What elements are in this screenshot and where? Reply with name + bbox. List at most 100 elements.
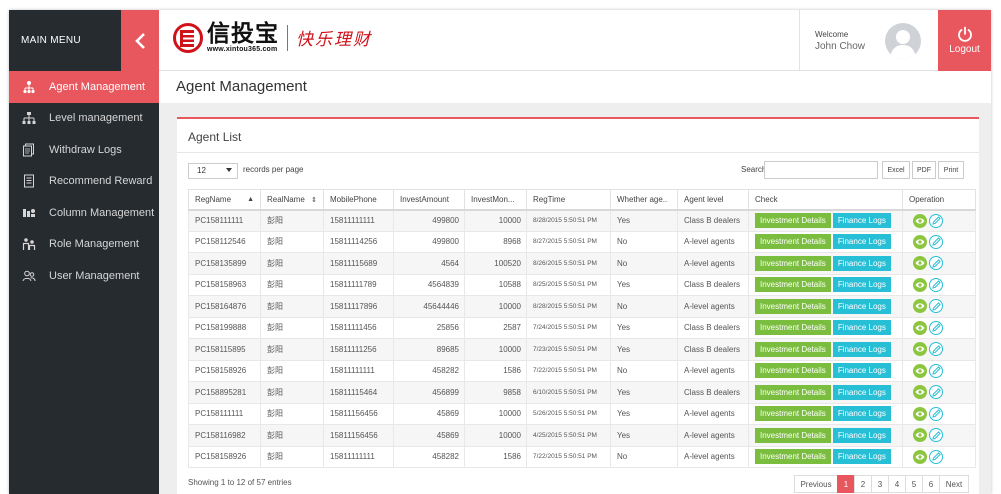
eye-icon [915, 282, 925, 288]
eye-icon [915, 432, 925, 438]
view-button[interactable] [913, 234, 927, 249]
sidebar-item-label: User Management [49, 269, 140, 282]
cell-whether-agent: No [610, 230, 678, 253]
avatar[interactable] [885, 23, 921, 59]
investment-details-button[interactable]: Investment Details [755, 255, 831, 271]
finance-logs-button[interactable]: Finance Logs [832, 320, 891, 336]
records-per-page-select[interactable]: 12 [188, 163, 238, 179]
cell-realname: 彭阳 [260, 230, 324, 253]
view-button[interactable] [913, 256, 927, 271]
pencil-icon [931, 259, 941, 268]
main-menu-header: MAIN MENU [9, 10, 159, 71]
investment-details-button[interactable]: Investment Details [755, 320, 831, 336]
pagination-next[interactable]: Next [939, 475, 969, 493]
edit-button[interactable] [929, 406, 943, 421]
view-button[interactable] [913, 449, 927, 464]
sidebar-item-level-management[interactable]: Level management [9, 103, 159, 135]
sidebar-item-recommend-reward[interactable]: Recommend Reward [9, 166, 159, 198]
finance-logs-button[interactable]: Finance Logs [832, 384, 891, 400]
col-whether-agent[interactable]: Whether age.. [610, 189, 678, 211]
col-regtime[interactable]: RegTime [526, 189, 611, 211]
cell-investmoney: 10000 [464, 338, 527, 361]
finance-logs-button[interactable]: Finance Logs [832, 363, 891, 379]
edit-button[interactable] [929, 299, 943, 314]
investment-details-button[interactable]: Investment Details [755, 427, 831, 443]
finance-logs-button[interactable]: Finance Logs [832, 255, 891, 271]
view-button[interactable] [913, 213, 927, 228]
eye-icon [915, 411, 925, 417]
col-investmoney[interactable]: InvestMon... [464, 189, 527, 211]
pagination: Previous 1 2 3 4 5 6 Next [794, 475, 969, 493]
col-mobilephone[interactable]: MobilePhone [323, 189, 394, 211]
export-excel-button[interactable]: Excel [882, 161, 910, 179]
edit-button[interactable] [929, 449, 943, 464]
view-button[interactable] [913, 428, 927, 443]
caret-down-icon [226, 168, 232, 172]
table-row: PC158164876 彭阳 15811117896 45644446 10000 8/2… [188, 295, 976, 318]
col-regname[interactable]: RegName ▲ [188, 189, 261, 211]
main-menu-title: MAIN MENU [21, 35, 81, 46]
finance-logs-button[interactable]: Finance Logs [832, 427, 891, 443]
edit-button[interactable] [929, 342, 943, 357]
pagination-page-3[interactable]: 3 [871, 475, 889, 493]
investment-details-button[interactable]: Investment Details [755, 384, 831, 400]
edit-button[interactable] [929, 320, 943, 335]
logout-button[interactable]: Logout [938, 10, 991, 71]
cell-regtime: 7/23/2015 5:50:51 PM [526, 338, 611, 361]
investment-details-button[interactable]: Investment Details [755, 234, 831, 250]
page-title: Agent Management [176, 78, 307, 95]
cell-check: Investment Details Finance Logs [748, 252, 903, 275]
pagination-page-2[interactable]: 2 [854, 475, 872, 493]
edit-button[interactable] [929, 385, 943, 400]
sidebar-item-withdraw-logs[interactable]: Withdraw Logs [9, 134, 159, 166]
investment-details-button[interactable]: Investment Details [755, 213, 831, 228]
brand-logo[interactable]: 信投宝 www.xintou365.com 快乐理财 [173, 22, 372, 53]
edit-button[interactable] [929, 363, 943, 378]
investment-details-button[interactable]: Investment Details [755, 298, 831, 314]
pagination-page-5[interactable]: 5 [905, 475, 923, 493]
sidebar-toggle-button[interactable] [121, 10, 159, 71]
sidebar-item-role-management[interactable]: Role Management [9, 229, 159, 261]
finance-logs-button[interactable]: Finance Logs [832, 298, 891, 314]
pagination-page-1[interactable]: 1 [837, 475, 855, 493]
view-button[interactable] [913, 320, 927, 335]
cell-mobilephone: 15811114256 [323, 230, 394, 253]
finance-logs-button[interactable]: Finance Logs [832, 406, 891, 422]
edit-button[interactable] [929, 256, 943, 271]
pagination-previous[interactable]: Previous [794, 475, 838, 493]
investment-details-button[interactable]: Investment Details [755, 406, 831, 422]
col-realname[interactable]: RealName ⇕ [260, 189, 324, 211]
col-agent-level[interactable]: Agent level [677, 189, 749, 211]
search-input[interactable] [764, 161, 878, 179]
investment-details-button[interactable]: Investment Details [755, 449, 831, 465]
view-button[interactable] [913, 363, 927, 378]
cell-investamount: 499800 [393, 209, 465, 232]
edit-button[interactable] [929, 213, 943, 228]
finance-logs-button[interactable]: Finance Logs [832, 341, 891, 357]
view-button[interactable] [913, 277, 927, 292]
export-pdf-button[interactable]: PDF [912, 161, 936, 179]
view-button[interactable] [913, 342, 927, 357]
finance-logs-button[interactable]: Finance Logs [832, 234, 891, 250]
edit-button[interactable] [929, 277, 943, 292]
sidebar-item-column-management[interactable]: Column Management [9, 197, 159, 229]
edit-button[interactable] [929, 234, 943, 249]
view-button[interactable] [913, 385, 927, 400]
view-button[interactable] [913, 299, 927, 314]
pagination-page-4[interactable]: 4 [888, 475, 906, 493]
view-button[interactable] [913, 406, 927, 421]
sidebar-item-user-management[interactable]: User Management [9, 260, 159, 292]
investment-details-button[interactable]: Investment Details [755, 277, 831, 293]
sidebar-item-agent-management[interactable]: Agent Management [9, 71, 159, 103]
finance-logs-button[interactable]: Finance Logs [832, 449, 891, 465]
pencil-icon [931, 431, 941, 440]
eye-icon [915, 325, 925, 331]
edit-button[interactable] [929, 428, 943, 443]
finance-logs-button[interactable]: Finance Logs [832, 277, 891, 293]
investment-details-button[interactable]: Investment Details [755, 341, 831, 357]
col-investamount[interactable]: InvestAmount [393, 189, 465, 211]
investment-details-button[interactable]: Investment Details [755, 363, 831, 379]
print-button[interactable]: Print [938, 161, 964, 179]
finance-logs-button[interactable]: Finance Logs [832, 213, 891, 228]
pagination-page-6[interactable]: 6 [922, 475, 940, 493]
